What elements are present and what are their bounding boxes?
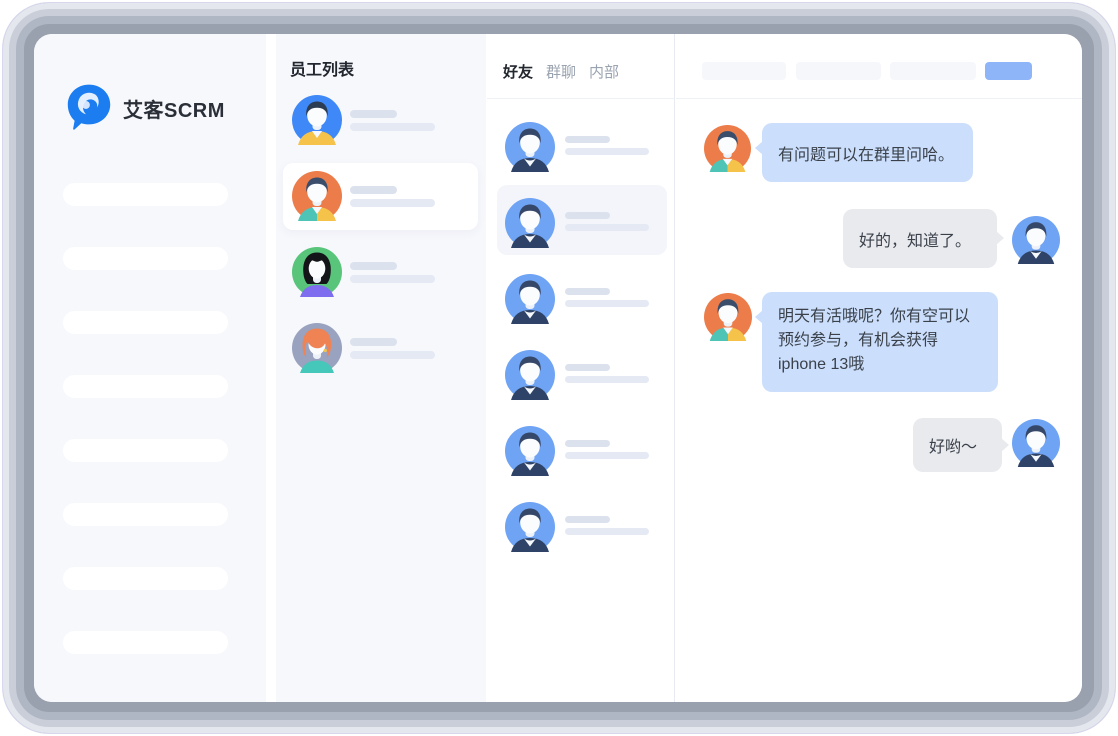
speech-bubble-icon — [66, 82, 112, 135]
male-blue-suit-avatar-icon — [1012, 419, 1060, 467]
name-placeholder — [565, 364, 610, 371]
tab-internal[interactable]: 内部 — [589, 61, 619, 82]
screenshot-stage: 艾客SCRM 员工列表 — [0, 0, 1118, 736]
subtitle-placeholder — [350, 123, 435, 131]
friend-list-item[interactable] — [487, 266, 675, 332]
sidebar: 艾客SCRM — [34, 34, 266, 702]
subtitle-placeholder — [350, 275, 435, 283]
subtitle-placeholder — [565, 528, 649, 535]
subtitle-placeholder — [350, 199, 435, 207]
chat-panel: 有问题可以在群里问哈。 好的，知道了。 明天有活哦呢？你有空可以预约参与，有机会… — [676, 34, 1082, 702]
friend-list-item[interactable] — [487, 494, 675, 560]
male-blue-suit-avatar-icon — [505, 198, 555, 248]
male-blue-suit-avatar-icon — [505, 502, 555, 552]
chat-header-action-button[interactable] — [985, 62, 1032, 80]
male-blue-suit-avatar-icon — [505, 274, 555, 324]
incoming-message-bubble: 明天有活哦呢？你有空可以预约参与，有机会获得iphone 13哦 — [762, 292, 998, 392]
scrm-app-window: 艾客SCRM 员工列表 — [34, 34, 1082, 702]
sidebar-menu-item-placeholder[interactable] — [63, 375, 228, 398]
subtitle-placeholder — [350, 351, 435, 359]
chat-header-placeholder — [890, 62, 976, 80]
employee-list-item[interactable] — [276, 239, 486, 306]
employee-panel-title: 员工列表 — [290, 56, 354, 80]
male-blue-suit-avatar-icon — [505, 350, 555, 400]
contacts-panel: 好友 群聊 内部 — [487, 34, 675, 702]
name-placeholder — [350, 338, 397, 346]
male-blue-suit-avatar-icon — [1012, 216, 1060, 264]
name-placeholder — [565, 288, 610, 295]
sidebar-menu-item-placeholder[interactable] — [63, 247, 228, 270]
friend-list-item[interactable] — [487, 114, 675, 180]
name-placeholder — [350, 186, 397, 194]
chat-header — [676, 34, 1082, 99]
male-orange-avatar-icon — [704, 293, 752, 341]
sidebar-menu-item-placeholder[interactable] — [63, 439, 228, 462]
sidebar-menu — [63, 183, 228, 695]
sidebar-menu-item-placeholder[interactable] — [63, 503, 228, 526]
outgoing-message-bubble: 好哟～ — [913, 418, 1002, 472]
tab-group-chats[interactable]: 群聊 — [546, 61, 576, 82]
male-orange-avatar-icon — [704, 125, 751, 172]
name-placeholder — [350, 262, 397, 270]
sidebar-menu-item-placeholder[interactable] — [63, 311, 228, 334]
incoming-message-bubble: 有问题可以在群里问哈。 — [762, 123, 973, 182]
employee-list-item-selected[interactable] — [276, 163, 486, 230]
contacts-tab-bar: 好友 群聊 内部 — [487, 34, 674, 99]
name-placeholder — [565, 516, 610, 523]
male-blue-avatar-icon — [292, 95, 342, 145]
chat-header-placeholder — [796, 62, 881, 80]
subtitle-placeholder — [565, 300, 649, 307]
male-orange-avatar-icon — [292, 171, 342, 221]
sidebar-menu-item-placeholder[interactable] — [63, 631, 228, 654]
name-placeholder — [565, 440, 610, 447]
brand-logo-text: 艾客SCRM — [123, 94, 225, 123]
subtitle-placeholder — [565, 452, 649, 459]
friend-list-item[interactable] — [487, 418, 675, 484]
name-placeholder — [565, 212, 610, 219]
employee-list-item[interactable] — [276, 315, 486, 382]
employee-list-panel: 员工列表 — [276, 34, 486, 702]
name-placeholder — [565, 136, 610, 143]
brand-logo: 艾客SCRM — [66, 82, 225, 135]
friend-list-item-selected[interactable] — [487, 190, 675, 256]
tab-friends[interactable]: 好友 — [503, 61, 533, 82]
outgoing-message-bubble: 好的，知道了。 — [843, 209, 997, 268]
male-blue-suit-avatar-icon — [505, 426, 555, 476]
female-green-avatar-icon — [292, 247, 342, 297]
sidebar-menu-item-placeholder[interactable] — [63, 567, 228, 590]
sidebar-menu-item-placeholder[interactable] — [63, 183, 228, 206]
friend-list-item[interactable] — [487, 342, 675, 408]
female-gray-avatar-icon — [292, 323, 342, 373]
subtitle-placeholder — [565, 148, 649, 155]
chat-header-placeholder — [702, 62, 786, 80]
subtitle-placeholder — [565, 376, 649, 383]
subtitle-placeholder — [565, 224, 649, 231]
name-placeholder — [350, 110, 397, 118]
employee-list-item[interactable] — [276, 87, 486, 154]
male-blue-suit-avatar-icon — [505, 122, 555, 172]
